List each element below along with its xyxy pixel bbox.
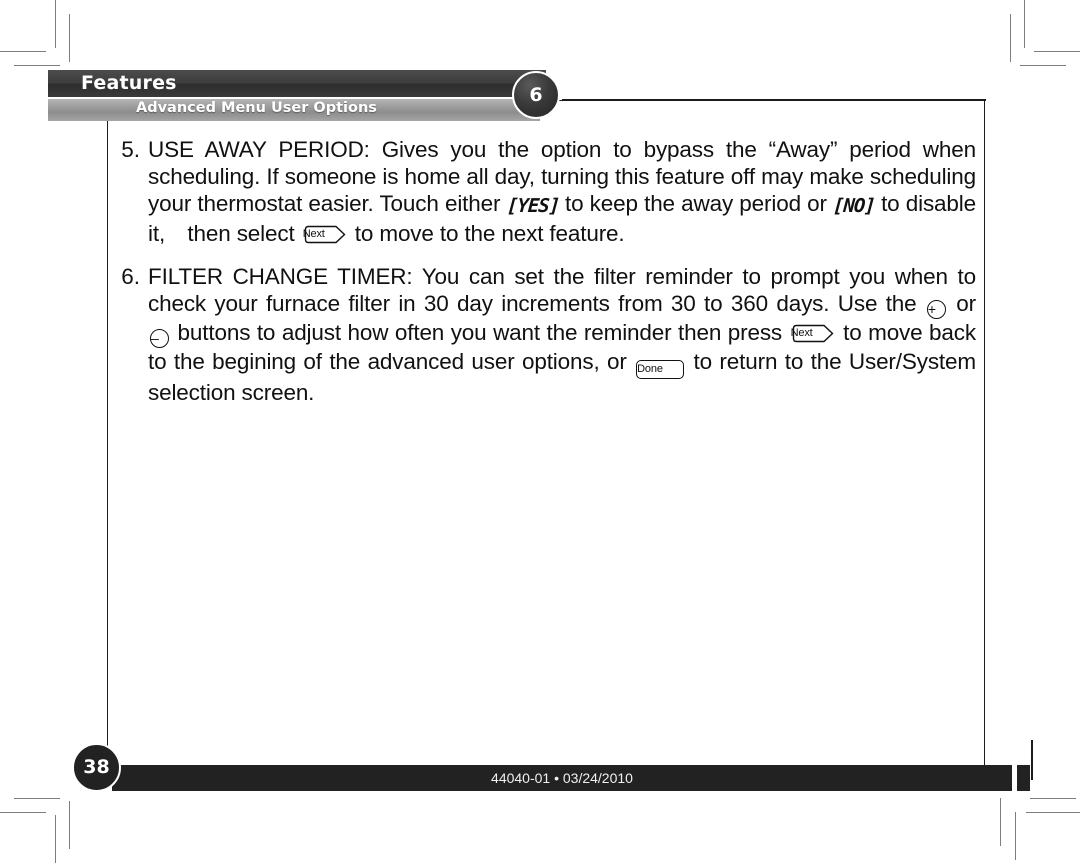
- instruction-text: to the begining of the advanced user opt…: [148, 349, 635, 374]
- instruction-item: 6. FILTER CHANGE TIMER: You can set the f…: [112, 263, 976, 406]
- header-title-bar: Features: [48, 70, 546, 97]
- done-button-icon[interactable]: Done: [636, 360, 685, 379]
- instruction-text: to move back: [836, 320, 976, 345]
- lcd-display-value: [YES]: [505, 195, 560, 217]
- next-button-icon[interactable]: Next: [791, 324, 835, 343]
- chapter-number-label: 6: [529, 83, 543, 106]
- instruction-text: selection screen.: [148, 380, 315, 405]
- page-number-label: 38: [83, 756, 110, 778]
- crop-mark-bottom-right-vertical-inner: [1000, 798, 1001, 846]
- instruction-text: to return to the User/System: [686, 349, 977, 374]
- crop-mark-bottom-right-horizontal-inner: [1030, 798, 1076, 799]
- instruction-text: check your furnace filter in 30 day incr…: [148, 291, 925, 316]
- instruction-line: your thermostat easier. Touch either [YE…: [148, 190, 976, 220]
- document-code-label: 44040-01 • 03/24/2010: [491, 770, 633, 786]
- instruction-line: USE AWAY PERIOD: Gives you the option to…: [148, 136, 976, 163]
- instruction-text: to move to the next feature.: [348, 221, 625, 246]
- header-horizontal-rule: [562, 99, 986, 101]
- instruction-text: to disable: [874, 191, 976, 216]
- crop-mark-bottom-right-horizontal-outer: [1026, 812, 1080, 813]
- instruction-text: USE AWAY PERIOD: Gives you the option to…: [148, 137, 976, 162]
- instruction-item-body: FILTER CHANGE TIMER: You can set the fil…: [148, 263, 976, 406]
- instruction-item-number: 5.: [121, 137, 140, 162]
- crop-mark-top-left-vertical-outer: [55, 0, 56, 48]
- page-subtitle: Advanced Menu User Options: [136, 100, 377, 116]
- crop-mark-bottom-left-horizontal-inner: [14, 798, 60, 799]
- next-button-label: Next: [302, 228, 325, 240]
- instruction-item-body: USE AWAY PERIOD: Gives you the option to…: [148, 136, 976, 247]
- instruction-text: buttons to adjust how often you want the…: [171, 320, 789, 345]
- instruction-line: selection screen.: [148, 379, 976, 406]
- instruction-text: it, then select: [148, 221, 301, 246]
- page-title: Features: [81, 72, 177, 94]
- header-subtitle-bar: Advanced Menu User Options: [48, 98, 540, 121]
- instruction-line: check your furnace filter in 30 day incr…: [148, 290, 976, 319]
- crop-mark-bottom-right-tick: [1031, 740, 1033, 780]
- next-button-label: Next: [790, 327, 813, 339]
- crop-mark-top-left-horizontal-inner: [14, 65, 60, 66]
- crop-mark-top-right-vertical-outer: [1024, 0, 1025, 48]
- instruction-line: scheduling. If someone is home all day, …: [148, 163, 976, 190]
- crop-mark-bottom-left-vertical-outer: [55, 815, 56, 863]
- minus-button-icon[interactable]: –: [150, 329, 169, 348]
- instruction-text: to keep the away period or: [558, 191, 834, 216]
- instruction-item: 5. USE AWAY PERIOD: Gives you the option …: [112, 136, 976, 247]
- footer-end-block: [1017, 765, 1030, 791]
- crop-mark-top-left-horizontal-outer: [0, 51, 46, 52]
- instruction-line: FILTER CHANGE TIMER: You can set the fil…: [148, 263, 976, 290]
- page-header: Features Advanced Menu User Options: [48, 70, 568, 122]
- instruction-text: scheduling. If someone is home all day, …: [148, 164, 976, 189]
- crop-mark-bottom-right-vertical-outer: [1015, 812, 1016, 860]
- instruction-item-number: 6.: [121, 264, 140, 289]
- plus-button-icon[interactable]: +: [926, 300, 946, 319]
- crop-mark-top-right-vertical-inner: [1010, 14, 1011, 62]
- crop-mark-bottom-left-vertical-inner: [69, 801, 70, 849]
- crop-mark-top-left-vertical-inner: [69, 14, 70, 62]
- lcd-display-value: [NO]: [832, 195, 876, 217]
- crop-mark-top-right-horizontal-inner: [1020, 65, 1066, 66]
- instruction-list: 5. USE AWAY PERIOD: Gives you the option …: [112, 136, 976, 422]
- instruction-text: or: [947, 291, 976, 316]
- crop-mark-bottom-left-horizontal-outer: [0, 812, 46, 813]
- page-number-badge: 38: [72, 743, 121, 792]
- footer-bar: 44040-01 • 03/24/2010: [112, 765, 1012, 791]
- crop-mark-top-right-horizontal-outer: [1034, 51, 1080, 52]
- instruction-text: FILTER CHANGE TIMER: You can set the fil…: [148, 264, 976, 289]
- instruction-text: your thermostat easier. Touch either: [148, 191, 507, 216]
- next-button-icon[interactable]: Next: [303, 225, 347, 244]
- chapter-number-badge: 6: [512, 71, 560, 119]
- instruction-line: it, then select Next to move to the next…: [148, 220, 976, 247]
- instruction-line: – buttons to adjust how often you want t…: [148, 319, 976, 348]
- instruction-line: to the begining of the advanced user opt…: [148, 348, 976, 379]
